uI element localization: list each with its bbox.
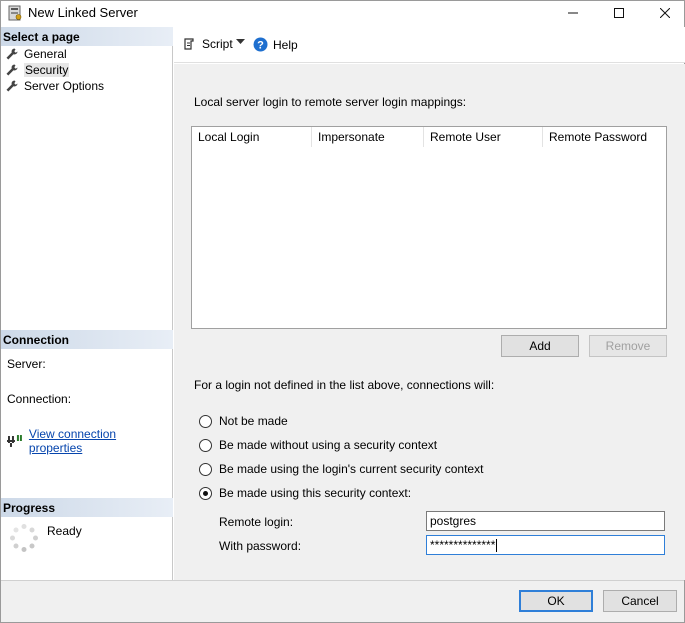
option-without-security-context[interactable]: Be made without using a security context [199,438,437,452]
wrench-icon [6,48,18,60]
close-icon [660,8,670,18]
minimize-button[interactable] [550,1,596,25]
password-input[interactable]: ************** [426,535,665,555]
help-button[interactable]: ? Help [253,37,298,52]
select-page-header: Select a page [1,27,173,46]
grid-header: Local Login Impersonate Remote User Remo… [192,127,666,147]
page-item-label: Security [24,63,70,77]
login-mappings-grid[interactable]: Local Login Impersonate Remote User Remo… [191,126,667,329]
page-selector-pane: Select a page General Security Server Op… [1,27,173,580]
remote-login-input[interactable]: postgres [426,511,665,531]
script-icon [184,38,194,50]
server-label: Server: [7,357,46,371]
column-impersonate[interactable]: Impersonate [312,127,424,147]
window-title: New Linked Server [28,5,138,20]
dialog-footer: OK Cancel [1,580,684,622]
view-connection-properties[interactable]: View connection properties [7,427,172,455]
option-current-security-context[interactable]: Be made using the login's current securi… [199,462,483,476]
option-label: Be made without using a security context [219,438,438,452]
progress-status: Ready [47,524,82,538]
option-not-be-made[interactable]: Not be made [199,414,288,428]
script-label: Script [202,37,233,51]
view-connection-properties-link[interactable]: View connection properties [29,427,172,455]
column-remote-user[interactable]: Remote User [424,127,543,147]
page-item-label: General [24,47,67,61]
title-bar[interactable]: New Linked Server [1,1,684,25]
mappings-caption: Local server login to remote server logi… [194,95,467,109]
text-caret [496,539,498,553]
wrench-icon [6,64,18,76]
script-button[interactable]: Script [182,37,233,51]
option-this-security-context[interactable]: Be made using this security context: [199,486,411,500]
radio-current-security-context[interactable] [199,462,212,476]
chevron-down-icon [236,39,245,44]
help-label: Help [273,37,298,52]
help-icon: ? [253,37,268,52]
column-local-login[interactable]: Local Login [192,127,312,147]
progress-spinner-icon [10,524,38,552]
new-linked-server-dialog: New Linked Server Select a page General … [0,0,685,623]
cancel-button[interactable]: Cancel [603,590,677,612]
remote-login-value: postgres [430,514,477,528]
maximize-button[interactable] [596,1,642,25]
option-label: Be made using this security context: [219,486,412,500]
connection-label: Connection: [7,392,72,406]
option-label: Not be made [219,414,288,428]
radio-not-be-made[interactable] [199,414,212,428]
radio-this-security-context[interactable] [199,486,212,500]
remove-button[interactable]: Remove [589,335,667,357]
security-page: Local server login to remote server logi… [174,64,685,580]
radio-without-security-context[interactable] [199,438,212,452]
connection-properties-icon [7,435,22,447]
maximize-icon [614,8,624,18]
page-item-label: Server Options [24,79,105,93]
add-button[interactable]: Add [501,335,579,357]
script-dropdown-button[interactable] [236,39,245,45]
wrench-icon [6,80,18,92]
linked-server-app-icon [8,5,22,21]
fallback-caption: For a login not defined in the list abov… [194,378,495,392]
page-item-server-options[interactable]: Server Options [5,78,104,94]
connection-header: Connection [1,330,173,349]
option-label: Be made using the login's current securi… [219,462,484,476]
progress-header: Progress [1,498,173,517]
remote-login-label: Remote login: [219,515,294,529]
svg-text:?: ? [257,40,264,52]
minimize-icon [568,12,578,14]
toolbar: Script ? Help [174,27,685,63]
password-label: With password: [219,539,302,553]
page-item-general[interactable]: General [5,46,67,62]
password-value: ************** [430,538,496,552]
column-remote-password[interactable]: Remote Password [543,127,666,147]
ok-button[interactable]: OK [519,590,593,612]
close-button[interactable] [642,1,685,25]
page-item-security[interactable]: Security [5,62,70,78]
